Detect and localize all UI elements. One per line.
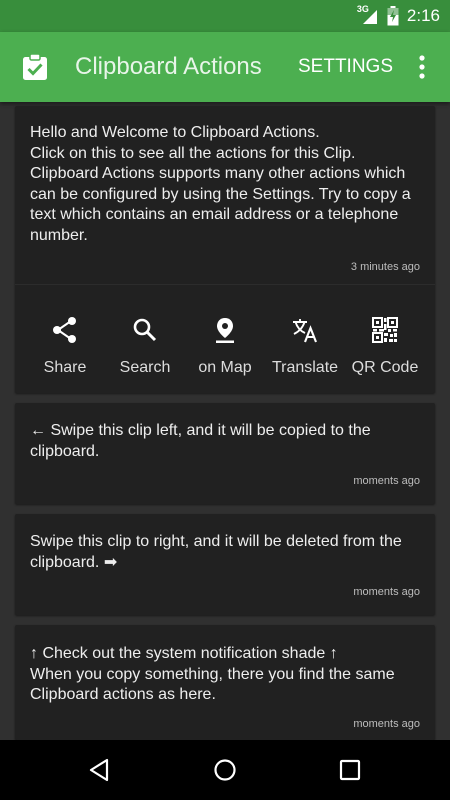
clip-card[interactable]: ↑ Check out the system notification shad… <box>15 625 435 740</box>
clip-timestamp: moments ago <box>353 586 420 598</box>
divider <box>15 284 435 285</box>
clock: 2:16 <box>406 6 440 25</box>
clip-actions: Share Search on Map Translate QR Code <box>25 306 425 386</box>
qr-code-label: QR Code <box>351 359 419 376</box>
home-icon[interactable] <box>210 755 240 785</box>
search-icon <box>133 318 157 342</box>
qr-code-icon <box>372 317 398 343</box>
share-icon <box>53 317 76 343</box>
clip-card[interactable]: Swipe this clip to right, and it will be… <box>15 514 435 615</box>
map-label: on Map <box>198 359 252 376</box>
translate-icon <box>293 319 317 343</box>
translate-action-button[interactable]: Translate <box>265 306 345 386</box>
back-icon[interactable] <box>85 755 115 785</box>
clip-timestamp: 3 minutes ago <box>350 261 420 273</box>
app-title: Clipboard Actions <box>75 53 262 80</box>
clip-card[interactable]: ← Swipe this clip left, and it will be c… <box>15 403 435 504</box>
clip-timestamp: moments ago <box>353 718 420 730</box>
map-pin-icon <box>216 318 234 343</box>
qr-code-action-button[interactable]: QR Code <box>345 306 425 386</box>
clip-text: Hello and Welcome to Clipboard Actions. … <box>30 124 411 244</box>
status-bar: 3G 2:16 <box>0 0 450 32</box>
search-label: Search <box>119 359 171 376</box>
more-options-icon[interactable] <box>412 54 432 80</box>
clipboard-check-icon <box>23 53 47 80</box>
app-bar: Clipboard Actions SETTINGS <box>0 32 450 102</box>
translate-label: Translate <box>271 359 339 376</box>
clip-text: ↑ Check out the system notification shad… <box>30 645 395 703</box>
settings-button[interactable]: SETTINGS <box>298 32 393 102</box>
share-label: Share <box>43 359 87 376</box>
clip-card[interactable]: Hello and Welcome to Clipboard Actions. … <box>15 106 435 393</box>
battery-icon <box>387 6 399 26</box>
share-action-button[interactable]: Share <box>25 306 105 386</box>
status-icons: 3G 2:16 <box>357 0 440 32</box>
navigation-bar <box>0 740 450 800</box>
clip-text: ← Swipe this clip left, and it will be c… <box>30 422 371 460</box>
signal-icon: 3G <box>357 4 379 26</box>
search-action-button[interactable]: Search <box>105 306 185 386</box>
clip-text: Swipe this clip to right, and it will be… <box>30 533 402 571</box>
clip-timestamp: moments ago <box>353 475 420 487</box>
map-action-button[interactable]: on Map <box>185 306 265 386</box>
recents-icon[interactable] <box>335 755 365 785</box>
